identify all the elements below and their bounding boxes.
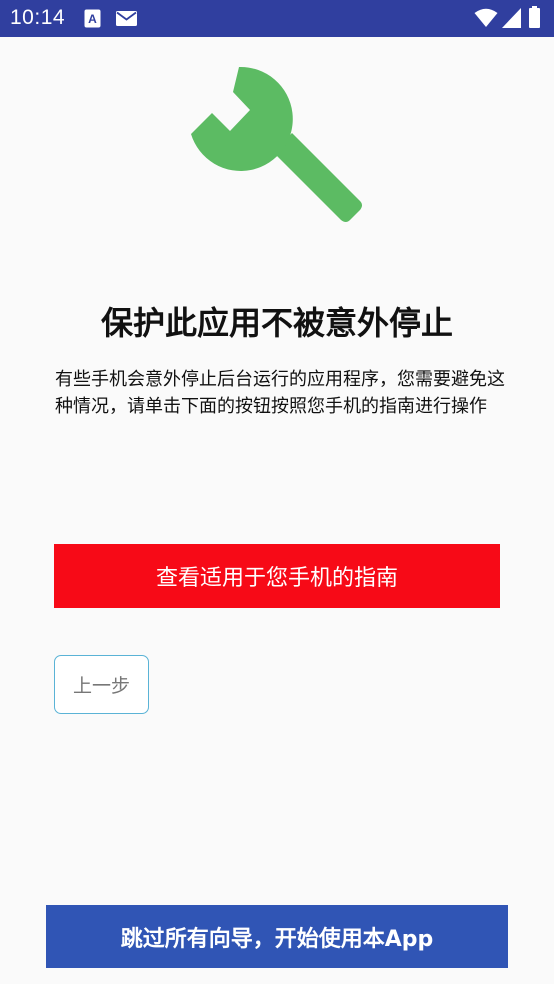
wrench-icon — [191, 66, 362, 222]
description-text: 有些手机会意外停止后台运行的应用程序，您需要避免这种情况，请单击下面的按钮按照您… — [55, 369, 505, 417]
status-bar: 10:14 A — [0, 0, 554, 37]
signal-icon — [502, 8, 521, 28]
skip-wizard-button-label: 跳过所有向导，开始使用本App — [120, 926, 434, 952]
mail-icon — [116, 11, 137, 26]
text-a-notification-icon: A — [84, 9, 101, 28]
back-button[interactable]: 上一步 — [54, 655, 149, 714]
battery-icon — [529, 6, 540, 28]
status-time: 10:14 — [10, 6, 66, 29]
page-title: 保护此应用不被意外停止 — [100, 304, 453, 342]
view-guide-button-label: 查看适用于您手机的指南 — [155, 566, 398, 591]
skip-wizard-button[interactable]: 跳过所有向导，开始使用本App — [46, 905, 508, 968]
wifi-icon — [474, 8, 498, 27]
app-screen: 10:14 A 保护此应用不被意外停止 有些手机会意外停止后台运行的应用程序，您… — [0, 0, 554, 984]
back-button-label: 上一步 — [72, 675, 130, 697]
svg-text:A: A — [88, 12, 97, 26]
view-guide-button[interactable]: 查看适用于您手机的指南 — [54, 544, 500, 608]
